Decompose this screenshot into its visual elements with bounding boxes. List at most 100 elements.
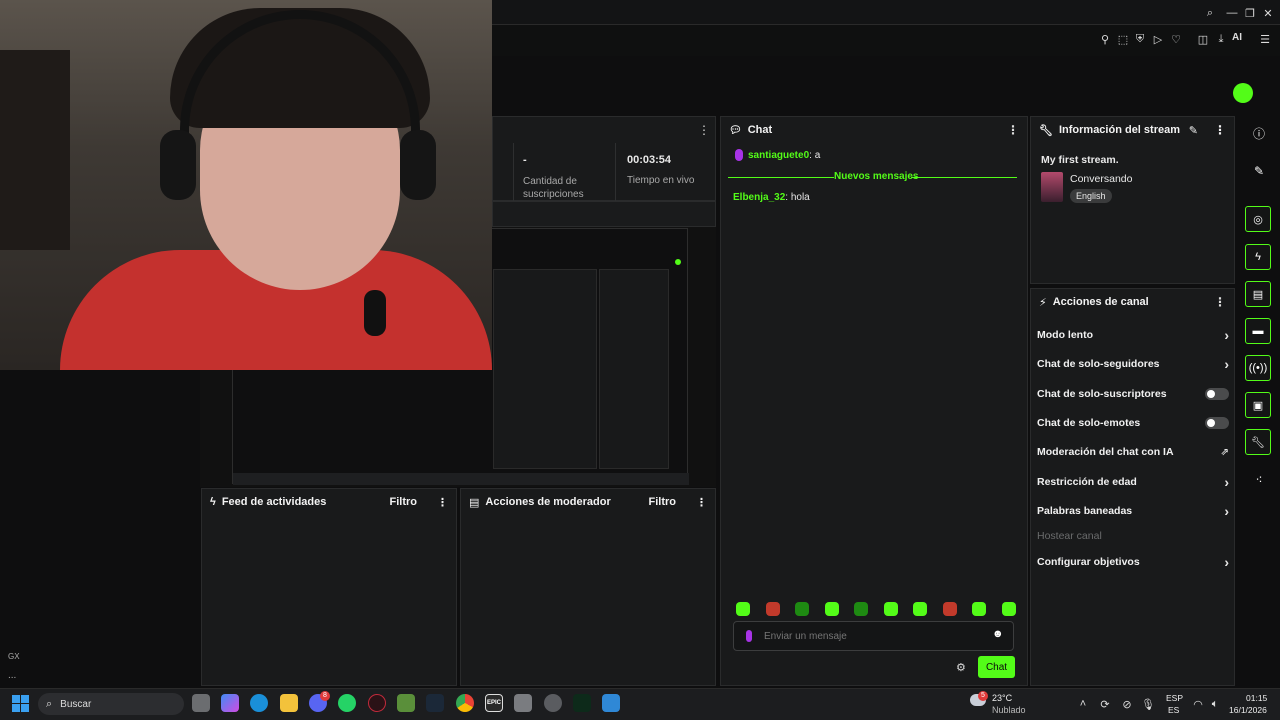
app-icon[interactable] [602, 694, 620, 712]
restore-icon[interactable]: ❐ [1242, 5, 1258, 21]
more-icon[interactable]: ... [8, 670, 16, 681]
network-off-icon[interactable]: ⊘ [1119, 696, 1135, 712]
chat-message: Elbenja_32: hola [733, 192, 810, 203]
minimize-icon[interactable]: — [1224, 5, 1240, 21]
channel-actions-menu-icon[interactable]: ⋮ [1214, 295, 1226, 309]
wallet-icon[interactable]: ◫ [1195, 31, 1211, 47]
live-time-value: 00:03:54 [627, 154, 672, 166]
task-view-icon[interactable] [192, 694, 210, 712]
windows-start-icon[interactable] [12, 695, 29, 712]
stats-menu-icon[interactable]: ⋮ [698, 123, 710, 137]
emote-icon[interactable] [883, 602, 898, 616]
action-slow-mode[interactable]: Modo lento › [1037, 326, 1229, 344]
steam-icon[interactable] [426, 694, 444, 712]
filter-button[interactable]: Filtro [649, 496, 677, 508]
emote-icon[interactable] [736, 602, 750, 616]
action-emotes-only: Chat de solo-emotes [1037, 414, 1229, 432]
stream-info-menu-icon[interactable]: ⋮ [1214, 123, 1226, 137]
obs-icon[interactable] [544, 694, 562, 712]
ai-button[interactable]: AI [1232, 32, 1242, 43]
rail-document-icon[interactable]: ▤ [1245, 281, 1271, 307]
discord-badge: 8 [320, 691, 330, 701]
opera-gx-icon[interactable] [368, 694, 386, 712]
weather-temp[interactable]: 23°C [992, 693, 1012, 703]
language-bottom[interactable]: ES [1168, 705, 1179, 715]
whatsapp-icon[interactable] [338, 694, 356, 712]
microphone-icon[interactable]: 🎙︎ [1140, 696, 1156, 712]
play-icon[interactable]: ▷ [1150, 31, 1166, 47]
mod-actions-menu-icon[interactable]: ⋮ [696, 496, 707, 509]
emote-icon[interactable] [824, 602, 839, 616]
app-icon[interactable] [514, 694, 532, 712]
emote-icon[interactable] [972, 602, 987, 616]
edge-icon[interactable] [250, 694, 268, 712]
wifi-icon[interactable]: ◠ [1190, 696, 1206, 712]
stream-title: My first stream. [1041, 154, 1119, 166]
avatar[interactable] [1233, 83, 1253, 103]
epic-games-icon[interactable]: EPIC [485, 694, 503, 712]
activity-feed-menu-icon[interactable]: ⋮ [437, 496, 448, 509]
heart-icon[interactable]: ♡ [1168, 31, 1184, 47]
emote-icon[interactable] [795, 602, 810, 616]
chat-menu-icon[interactable]: ⋮ [1007, 123, 1019, 137]
taskbar-search[interactable]: ⌕ Buscar [38, 693, 184, 715]
download-icon[interactable]: ⤓ [1213, 31, 1229, 47]
subs-value: - [523, 154, 527, 166]
emote-icon[interactable] [942, 602, 957, 616]
volume-icon[interactable]: 🔈︎ [1207, 696, 1223, 712]
bolt-icon: ⚡︎ [1039, 296, 1047, 309]
edit-icon[interactable]: ✎ [1189, 124, 1198, 137]
emoji-icon[interactable]: ☻ [992, 628, 1004, 640]
emote-icon[interactable] [1001, 602, 1016, 616]
rail-video-icon[interactable]: ▣ [1245, 392, 1271, 418]
screenshot-icon[interactable]: ⬚ [1115, 31, 1131, 47]
language-top[interactable]: ESP [1166, 693, 1183, 703]
action-ai-moderation[interactable]: Moderación del chat con IA ⇗ [1037, 443, 1229, 461]
filter-button[interactable]: Filtro [390, 496, 418, 508]
subscribers-only-toggle[interactable] [1205, 388, 1229, 400]
rail-wrench-icon[interactable]: 🔧︎ [1245, 429, 1271, 455]
minecraft-icon[interactable] [397, 694, 415, 712]
bolt-icon: ϟ [210, 496, 216, 508]
rail-screenshot-icon[interactable]: ◎ [1245, 206, 1271, 232]
chat-input-box[interactable]: ☻ [733, 621, 1014, 651]
chrome-icon[interactable] [456, 694, 474, 712]
action-configure-goals[interactable]: Configurar objetivos › [1037, 553, 1229, 571]
chat-text: : a [809, 150, 821, 161]
emote-icon[interactable] [913, 602, 928, 616]
chevron-up-icon[interactable]: ˄ [1075, 696, 1091, 712]
emote-icon[interactable] [854, 602, 869, 616]
copilot-icon[interactable] [221, 694, 239, 712]
action-label: Chat de solo-seguidores [1037, 358, 1160, 370]
search-icon[interactable]: ⌕ [1202, 5, 1218, 21]
chat-username[interactable]: santiaguete0 [748, 150, 809, 161]
file-explorer-icon[interactable] [280, 694, 298, 712]
close-icon[interactable]: ✕ [1260, 5, 1276, 21]
search-icon: ⌕ [46, 697, 53, 710]
chat-send-button[interactable]: Chat [978, 656, 1015, 678]
rail-broadcast-icon[interactable]: ((•)) [1245, 355, 1271, 381]
sync-icon[interactable]: ⟳ [1097, 696, 1113, 712]
rail-bolt-icon[interactable]: ϟ [1245, 244, 1271, 270]
clock-date[interactable]: 16/1/2026 [1229, 705, 1267, 715]
action-age-restriction[interactable]: Restricción de edad › [1037, 473, 1229, 491]
category-name[interactable]: Conversando [1070, 173, 1132, 185]
chat-settings-icon[interactable]: ⚙ [956, 661, 966, 674]
wrench-icon: 🔧︎ [1039, 124, 1053, 137]
menu-icon[interactable]: ☰ [1257, 31, 1273, 47]
emotes-only-toggle[interactable] [1205, 417, 1229, 429]
shield-icon[interactable]: ⛨ [1132, 31, 1148, 47]
info-icon[interactable]: ⓘ [1250, 124, 1268, 142]
app-icon[interactable] [573, 694, 591, 712]
chat-username[interactable]: Elbenja_32 [733, 192, 785, 203]
rail-more-icon[interactable]: ⁖ [1250, 471, 1268, 489]
pencil-icon[interactable]: ✎ [1250, 162, 1268, 180]
action-banned-words[interactable]: Palabras baneadas › [1037, 502, 1229, 520]
clock-time[interactable]: 01:15 [1246, 693, 1267, 703]
rail-chat-icon[interactable]: ▬ [1245, 318, 1271, 344]
mod-actions-title: Acciones de moderador [485, 496, 611, 508]
emote-icon[interactable] [765, 602, 780, 616]
pin-icon[interactable]: ⚲ [1097, 31, 1113, 47]
chat-message-input[interactable] [764, 628, 974, 644]
action-followers-only[interactable]: Chat de solo-seguidores › [1037, 355, 1229, 373]
